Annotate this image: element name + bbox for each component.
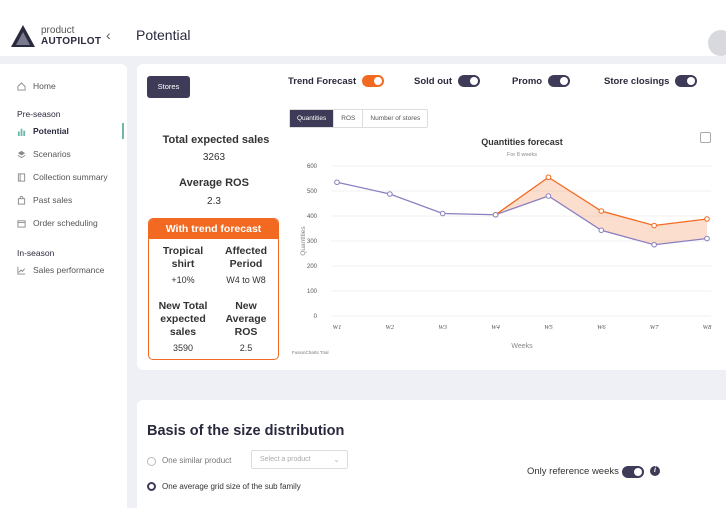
y-tick-label: 100 — [307, 289, 318, 295]
layers-icon — [17, 150, 26, 158]
trend-forecast-toggle[interactable] — [362, 75, 385, 87]
y-tick-label: 0 — [314, 314, 318, 320]
x-tick-label: W3 — [438, 324, 447, 331]
baseline-point — [598, 227, 605, 234]
average-grid-label: One average grid size of the sub family — [162, 482, 301, 491]
trend-period-value: W4 to W8 — [226, 275, 266, 285]
trend-point — [598, 208, 605, 214]
trend-point — [704, 216, 710, 222]
book-icon — [17, 172, 26, 182]
logo-icon — [11, 25, 35, 47]
baseline-point — [492, 211, 499, 218]
x-tick-label: W1 — [333, 324, 342, 331]
store-closings-toggle[interactable] — [675, 75, 698, 87]
store-closings-toggle-group: Store closings — [604, 75, 698, 87]
info-icon[interactable]: i — [650, 466, 660, 476]
trend-new-total-value: 3590 — [172, 343, 194, 353]
total-sales-value: 3263 — [202, 152, 226, 163]
similar-product-label: One similar product — [162, 456, 232, 465]
app-frame: product AUTOPILOT ‹ Potential Home Pre-s… — [0, 0, 726, 508]
baseline-point — [651, 241, 657, 248]
x-tick-label: W5 — [544, 324, 553, 331]
size-distribution-title: Basis of the size distribution — [147, 423, 345, 439]
section-preseason: Pre-season — [17, 109, 61, 119]
page-title: Potential — [136, 27, 191, 43]
baseline-point — [439, 210, 446, 217]
avg-ros-value: 2.3 — [207, 196, 221, 207]
chart-credit: FusionCharts Trial — [292, 350, 329, 355]
sidebar-item-scenarios[interactable]: Scenarios — [17, 149, 71, 159]
sidebar-item-collection-summary[interactable]: Collection summary — [17, 172, 108, 182]
collapse-sidebar-icon[interactable]: ‹ — [106, 27, 111, 43]
trend-product-label: Tropical shirt — [162, 245, 204, 270]
active-indicator — [122, 123, 124, 139]
tab-number-of-stores[interactable]: Number of stores — [363, 110, 427, 127]
x-tick-label: W6 — [597, 324, 606, 331]
trend-box-title: With trend forecast — [149, 219, 278, 239]
trend-point — [545, 174, 552, 181]
baseline-point — [704, 235, 710, 242]
y-axis-label: Quantities — [300, 226, 307, 256]
average-grid-radio[interactable] — [147, 482, 156, 491]
size-distribution-card — [137, 400, 726, 508]
home-icon — [17, 81, 26, 91]
y-tick-label: 500 — [307, 189, 318, 195]
metric-tabs: Quantities ROS Number of stores — [289, 109, 429, 128]
y-tick-label: 200 — [307, 264, 318, 270]
quantities-forecast-chart: Quantities forecast For 8 weeks 0 100 200 300… — [292, 137, 712, 355]
chart-subtitle: For 8 weeks — [507, 152, 537, 158]
baseline-point — [545, 193, 552, 199]
top-bar: product AUTOPILOT ‹ Potential — [0, 0, 726, 56]
trend-new-total-label: New Total expected sales — [158, 300, 208, 338]
promo-toggle[interactable] — [548, 75, 571, 87]
x-tick-label: W2 — [386, 324, 395, 331]
section-inseason: In-season — [17, 248, 55, 258]
promo-toggle-group: Promo — [512, 75, 571, 87]
tab-quantities[interactable]: Quantities — [290, 110, 335, 127]
chart-title: Quantities forecast — [481, 137, 563, 147]
x-tick-label: W8 — [703, 324, 712, 331]
trend-new-ros-value: 2.5 — [239, 343, 253, 353]
sold-out-toggle-group: Sold out — [414, 75, 480, 87]
calendar-icon — [17, 219, 26, 228]
sidebar-item-potential[interactable]: Potential — [17, 126, 69, 136]
total-sales-label: Total expected sales — [162, 134, 270, 146]
bar-chart-icon — [17, 128, 26, 136]
chart-menu-icon[interactable] — [700, 132, 711, 143]
sidebar-item-past-sales[interactable]: Past sales — [17, 195, 72, 205]
baseline-point — [334, 179, 340, 186]
trend-forecast-box: With trend forecast Tropical shirt +10% … — [148, 218, 279, 360]
x-tick-label: W4 — [491, 324, 500, 331]
y-tick-label: 400 — [307, 214, 318, 220]
line-chart-icon — [17, 266, 26, 275]
stores-button[interactable]: Stores — [147, 76, 190, 98]
bag-icon — [17, 195, 26, 205]
avg-ros-label: Average ROS — [179, 177, 249, 189]
trend-product-value: +10% — [171, 275, 195, 285]
trend-forecast-toggle-group: Trend Forecast — [288, 75, 385, 87]
sold-out-toggle[interactable] — [458, 75, 480, 87]
sidebar-item-order-scheduling[interactable]: Order scheduling — [17, 218, 98, 228]
trend-period-label: Affected Period — [224, 245, 267, 270]
similar-product-radio[interactable] — [147, 457, 156, 466]
chevron-down-icon: ⌄ — [333, 455, 340, 464]
x-tick-label: W7 — [650, 324, 659, 331]
reference-weeks-toggle[interactable] — [622, 466, 644, 478]
sidebar: Home Pre-season Potential Scenarios Coll… — [0, 64, 127, 508]
baseline-point — [387, 191, 393, 197]
y-tick-label: 300 — [307, 239, 318, 245]
trend-new-ros-label: New Average ROS — [225, 300, 267, 338]
tab-ros[interactable]: ROS — [334, 110, 364, 127]
x-axis-label: Weeks — [511, 343, 533, 350]
y-tick-label: 600 — [307, 164, 318, 170]
sidebar-item-home[interactable]: Home — [17, 81, 56, 91]
avatar[interactable] — [708, 30, 726, 56]
trend-point — [651, 222, 657, 229]
product-select[interactable]: Select a product ⌄ — [251, 450, 348, 469]
sidebar-item-sales-performance[interactable]: Sales performance — [17, 265, 104, 275]
reference-weeks-label: Only reference weeks — [527, 466, 619, 477]
brand-line2: AUTOPILOT — [41, 36, 102, 47]
brand-line1: product — [41, 25, 75, 36]
